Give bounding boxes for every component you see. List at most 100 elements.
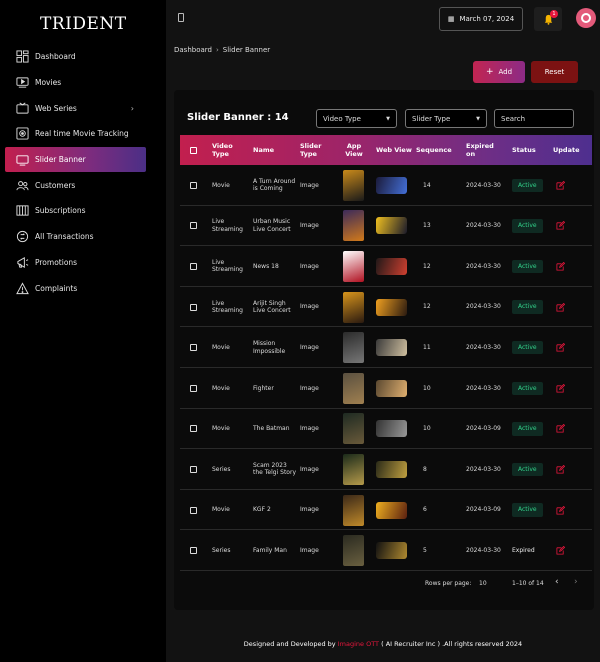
app-view-thumbnail[interactable] bbox=[343, 206, 364, 247]
avatar[interactable] bbox=[576, 8, 596, 28]
cell-video-type: Live Streaming bbox=[212, 218, 243, 233]
sidebar-item-all-transactions[interactable]: All Transactions bbox=[5, 224, 146, 250]
edit-button[interactable] bbox=[556, 287, 565, 328]
cell-expired-on: 2024-03-30 bbox=[466, 465, 501, 473]
breadcrumb-dashboard[interactable]: Dashboard bbox=[174, 46, 212, 54]
slider-type-select[interactable]: Slider Type ▼ bbox=[405, 109, 487, 128]
row-checkbox[interactable] bbox=[190, 409, 197, 450]
row-checkbox[interactable] bbox=[190, 287, 197, 328]
web-view-thumbnail[interactable] bbox=[376, 530, 407, 571]
menu-toggle-icon[interactable] bbox=[178, 13, 184, 22]
customers-icon bbox=[15, 178, 29, 192]
web-view-thumbnail[interactable] bbox=[376, 409, 407, 450]
app-view-image bbox=[343, 453, 364, 485]
status-badge: Active bbox=[512, 422, 543, 436]
cell-sequence: 5 bbox=[423, 546, 427, 554]
cell-slider-type: Image bbox=[300, 303, 319, 311]
app-view-thumbnail[interactable] bbox=[343, 490, 364, 531]
sidebar-item-web-series[interactable]: Web Series › bbox=[5, 95, 146, 121]
app-view-thumbnail[interactable] bbox=[343, 165, 364, 206]
cell-video-type: Series bbox=[212, 465, 231, 473]
app-view-thumbnail[interactable] bbox=[343, 530, 364, 571]
edit-button[interactable] bbox=[556, 368, 565, 409]
sidebar-item-complaints[interactable]: Complaints bbox=[5, 275, 146, 301]
video-type-select[interactable]: Video Type ▼ bbox=[316, 109, 397, 128]
sidebar-item-label: Complaints bbox=[35, 283, 78, 293]
web-view-thumbnail[interactable] bbox=[376, 165, 407, 206]
sidebar-item-promotions[interactable]: Promotions bbox=[5, 250, 146, 276]
add-button[interactable]: + Add bbox=[473, 61, 525, 83]
edit-button[interactable] bbox=[556, 206, 565, 247]
header-expired-on[interactable]: Expired on bbox=[466, 135, 504, 165]
promotions-icon bbox=[15, 255, 29, 269]
edit-button[interactable] bbox=[556, 449, 565, 490]
header-sequence[interactable]: Sequence bbox=[416, 135, 452, 165]
add-button-label: Add bbox=[498, 68, 513, 76]
web-view-thumbnail[interactable] bbox=[376, 206, 407, 247]
edit-button[interactable] bbox=[556, 490, 565, 531]
web-view-thumbnail[interactable] bbox=[376, 327, 407, 368]
header-update[interactable]: Update bbox=[553, 135, 580, 165]
edit-icon bbox=[556, 180, 565, 190]
date-picker-button[interactable]: ▦ March 07, 2024 bbox=[439, 7, 523, 31]
footer-brand-link[interactable]: Imagine OTT bbox=[338, 640, 379, 648]
reset-button[interactable]: Reset bbox=[531, 61, 578, 83]
header-name[interactable]: Name bbox=[253, 135, 274, 165]
cell-slider-type: Image bbox=[300, 425, 319, 433]
edit-button[interactable] bbox=[556, 246, 565, 287]
table-header: Video Type Name Slider Type App View Web… bbox=[180, 135, 592, 165]
status-badge: Expired bbox=[512, 546, 535, 554]
edit-button[interactable] bbox=[556, 165, 565, 206]
prev-page-icon[interactable]: ‹ bbox=[555, 577, 559, 587]
sidebar-item-dashboard[interactable]: Dashboard bbox=[5, 44, 146, 70]
row-checkbox[interactable] bbox=[190, 449, 197, 490]
sidebar-item-movie-tracking[interactable]: Real time Movie Tracking bbox=[5, 121, 146, 147]
sidebar-item-slider-banner[interactable]: Slider Banner bbox=[5, 146, 146, 173]
sidebar-item-subscriptions[interactable]: Subscriptions bbox=[5, 198, 146, 224]
search-input[interactable]: Search bbox=[494, 109, 574, 128]
sidebar-item-movies[interactable]: Movies bbox=[5, 70, 146, 96]
row-checkbox[interactable] bbox=[190, 368, 197, 409]
web-view-thumbnail[interactable] bbox=[376, 490, 407, 531]
header-video-type[interactable]: Video Type bbox=[212, 135, 248, 165]
row-checkbox[interactable] bbox=[190, 490, 197, 531]
rows-per-page-select[interactable]: 10 bbox=[479, 580, 487, 587]
sidebar-item-label: Dashboard bbox=[35, 52, 76, 62]
footer-prefix: Designed and Developed by bbox=[243, 640, 336, 648]
row-checkbox[interactable] bbox=[190, 206, 197, 247]
sidebar-item-customers[interactable]: Customers bbox=[5, 172, 146, 198]
card-title: Slider Banner : 14 bbox=[187, 112, 289, 123]
web-view-thumbnail[interactable] bbox=[376, 368, 407, 409]
select-all-checkbox[interactable] bbox=[190, 135, 197, 165]
app-view-thumbnail[interactable] bbox=[343, 246, 364, 287]
web-view-thumbnail[interactable] bbox=[376, 287, 407, 328]
app-view-thumbnail[interactable] bbox=[343, 327, 364, 368]
app-view-thumbnail[interactable] bbox=[343, 409, 364, 450]
row-checkbox[interactable] bbox=[190, 327, 197, 368]
next-page-icon[interactable]: › bbox=[574, 577, 578, 587]
app-logo[interactable]: TRIDENT bbox=[40, 14, 127, 34]
dropdown-arrow-icon: ▼ bbox=[386, 115, 390, 122]
cell-status: Active bbox=[512, 327, 543, 368]
notifications-button[interactable]: 1 bbox=[534, 7, 562, 31]
header-slider-type[interactable]: Slider Type bbox=[300, 135, 330, 165]
app-view-thumbnail[interactable] bbox=[343, 368, 364, 409]
chevron-right-icon[interactable]: › bbox=[131, 104, 134, 113]
header-status[interactable]: Status bbox=[512, 135, 536, 165]
app-view-thumbnail[interactable] bbox=[343, 449, 364, 490]
row-checkbox[interactable] bbox=[190, 530, 197, 571]
app-view-thumbnail[interactable] bbox=[343, 287, 364, 328]
row-checkbox[interactable] bbox=[190, 165, 197, 206]
header-app-view[interactable]: App View bbox=[343, 135, 365, 165]
edit-button[interactable] bbox=[556, 327, 565, 368]
search-placeholder: Search bbox=[501, 114, 526, 123]
edit-button[interactable] bbox=[556, 530, 565, 571]
status-badge: Active bbox=[512, 300, 543, 314]
row-checkbox[interactable] bbox=[190, 246, 197, 287]
cell-name: Scam 2023 the Telgi Story bbox=[253, 461, 296, 477]
web-view-thumbnail[interactable] bbox=[376, 246, 407, 287]
edit-button[interactable] bbox=[556, 409, 565, 450]
sidebar-item-label: Slider Banner bbox=[35, 155, 86, 165]
web-view-thumbnail[interactable] bbox=[376, 449, 407, 490]
header-web-view[interactable]: Web View bbox=[376, 135, 412, 165]
